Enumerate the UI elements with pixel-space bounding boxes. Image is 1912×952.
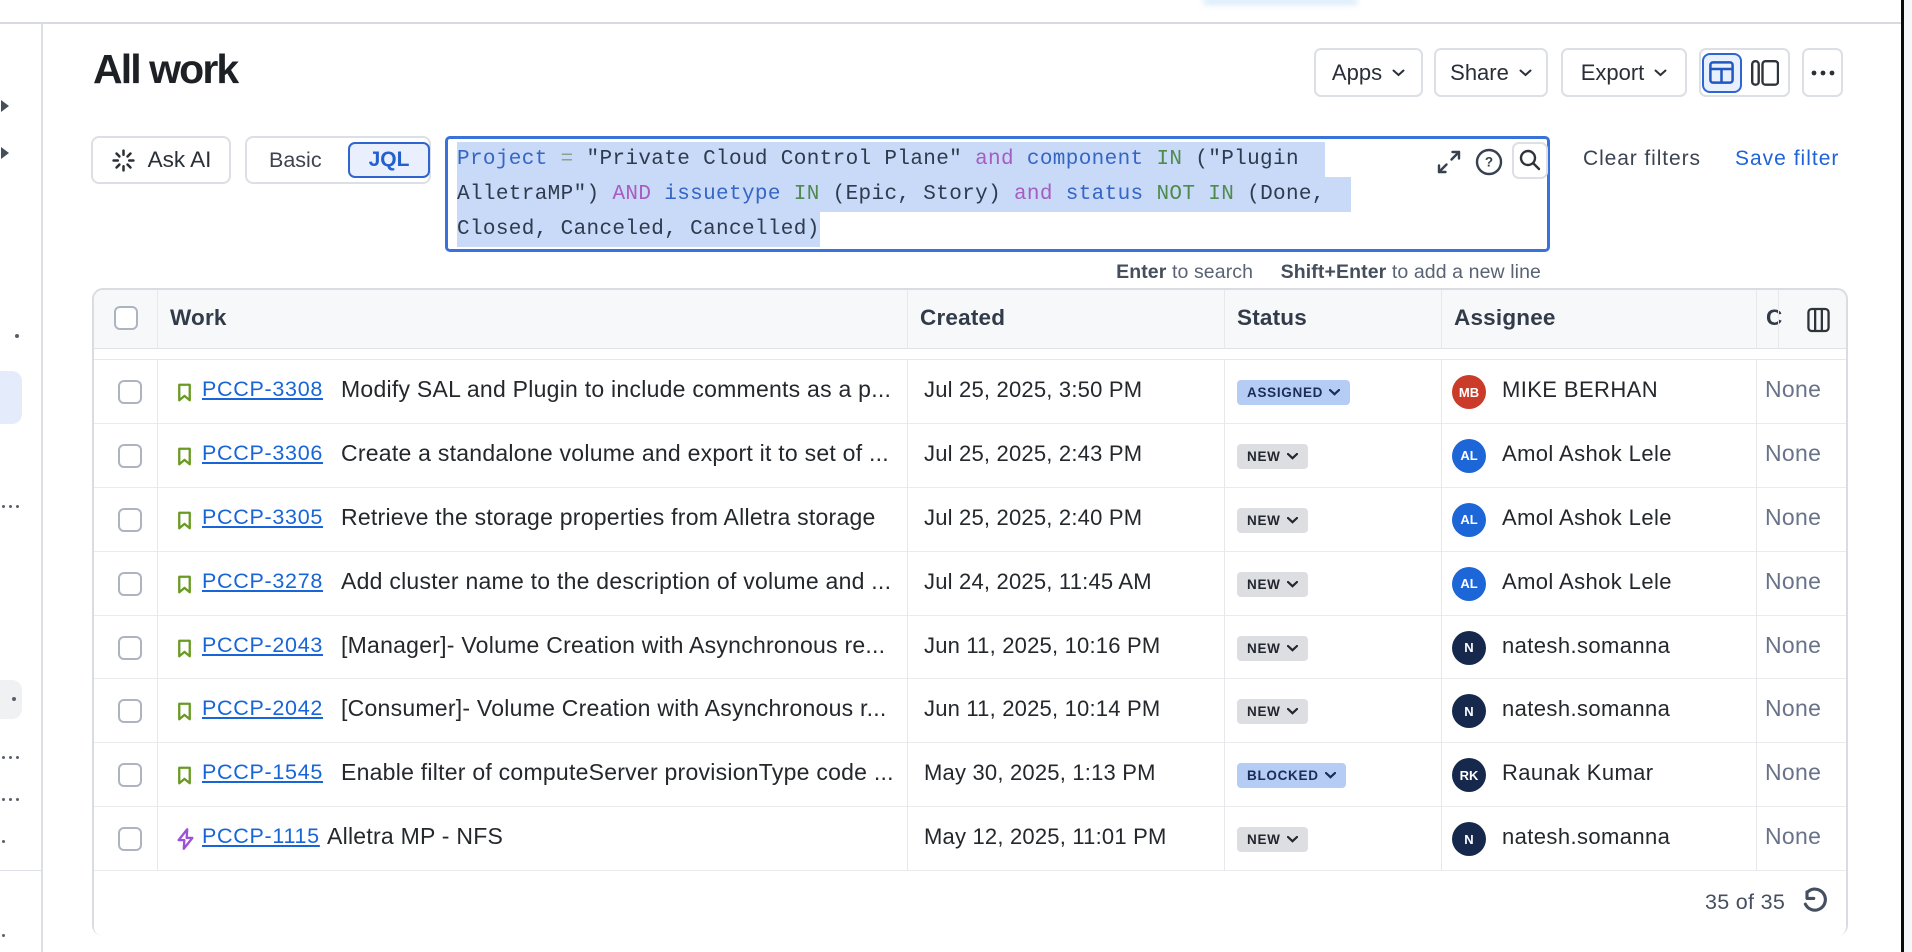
svg-text:?: ? [1485,155,1493,170]
